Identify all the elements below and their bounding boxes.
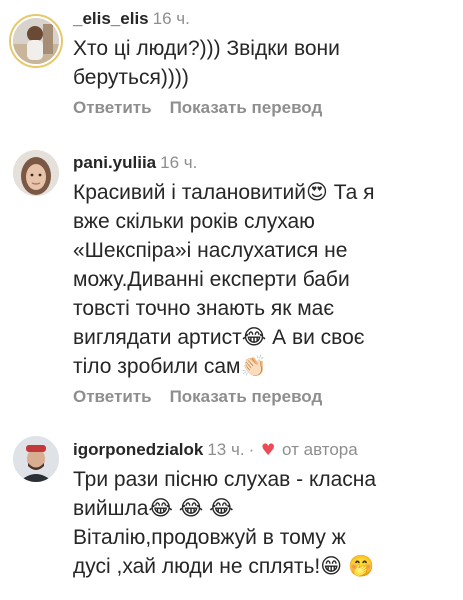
avatar[interactable] <box>13 150 59 196</box>
heart-icon: ♥ <box>260 440 276 459</box>
comment-line: вже скільки років слухаю <box>73 210 315 233</box>
comment-line: беруться)))) <box>73 66 189 89</box>
comment-line: можу.Диванні експерти баби <box>73 268 350 291</box>
translate-button[interactable]: Показать перевод <box>170 98 323 117</box>
comment-line: виглядати артист😂 А ви своє <box>73 326 365 349</box>
avatar[interactable] <box>13 436 59 482</box>
comment-line: Віталію,продовжуй в тому ж <box>73 526 346 549</box>
comment-line: вийшла😂 😂 😂 <box>73 497 234 520</box>
comment-line: Хто ці люди?))) Звідки вони <box>73 37 340 60</box>
author-like: · ♥ от автора <box>248 440 358 459</box>
username[interactable]: igorponedzialok <box>73 440 203 459</box>
username[interactable]: pani.yuliia <box>73 153 156 172</box>
avatar[interactable] <box>13 18 59 64</box>
timestamp: 16 ч. <box>160 153 198 172</box>
timestamp: 16 ч. <box>152 9 190 28</box>
comment-meta: pani.yuliia 16 ч. <box>73 152 455 174</box>
comment-text: Три рази пісню слухав - класна вийшла😂 😂… <box>73 465 455 581</box>
comment-line: тіло зробили сам👏🏻 <box>73 355 267 378</box>
comment-line: товсті точно знають як має <box>73 297 335 320</box>
comment-actions: Ответить Показать перевод <box>73 98 455 118</box>
username[interactable]: _elis_elis <box>73 9 149 28</box>
comment-actions: Ответить Показать перевод <box>73 387 455 407</box>
translate-button[interactable]: Показать перевод <box>170 387 323 406</box>
reply-button[interactable]: Ответить <box>73 98 152 117</box>
comment-line: дусі ,хай люди не сплять!😁 🤭 <box>73 555 375 578</box>
comment-meta: igorponedzialok 13 ч. · ♥ от автора <box>73 439 455 461</box>
comment-meta: _elis_elis 16 ч. <box>73 8 455 30</box>
comment-line: «Шекспіра»і наслухатися не <box>73 239 348 262</box>
comment-line: Красивий і талановитий😍 Та я <box>73 181 375 204</box>
comment-text: Красивий і талановитий😍 Та я вже скільки… <box>73 178 455 381</box>
reply-button[interactable]: Ответить <box>73 387 152 406</box>
comment-text: Хто ці люди?))) Звідки вони беруться)))) <box>73 34 455 92</box>
author-label: от автора <box>282 440 358 459</box>
timestamp: 13 ч. <box>207 440 245 459</box>
comment-line: Три рази пісню слухав - класна <box>73 468 377 491</box>
